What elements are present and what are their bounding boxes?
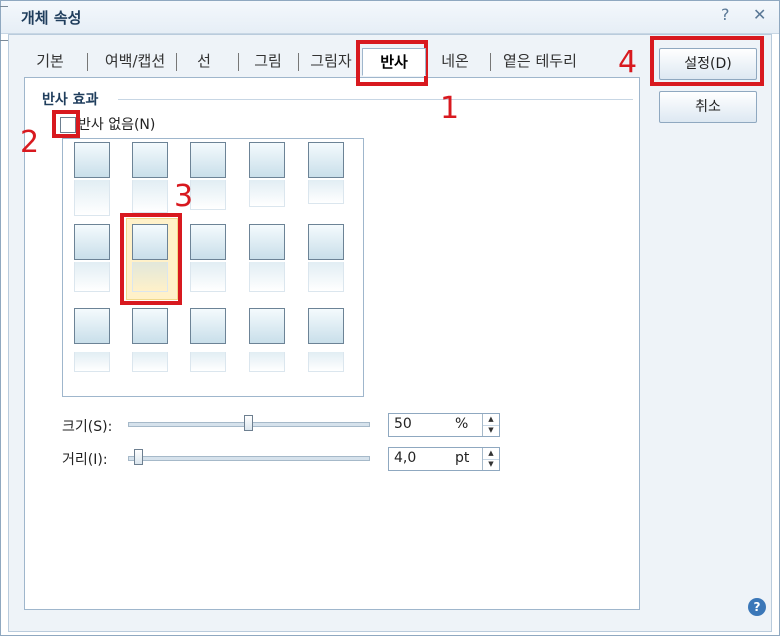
- distance-spin-buttons: ▲ ▼: [482, 448, 499, 470]
- annotation-number-2: 2: [20, 125, 40, 160]
- annotation-box-ok: [650, 36, 764, 86]
- tab-separator: [490, 53, 491, 71]
- reflection-preset-3-5[interactable]: [308, 308, 344, 344]
- reflection-preview: [308, 352, 344, 372]
- close-icon[interactable]: ✕: [753, 5, 773, 27]
- tab-separator: [87, 53, 88, 71]
- tab-neon[interactable]: 네온: [432, 48, 478, 74]
- tab-separator: [176, 53, 177, 71]
- reflection-preview: [190, 352, 226, 372]
- section-divider: [118, 99, 633, 100]
- reflection-preview: [190, 262, 226, 292]
- annotation-box-preset: [120, 213, 182, 305]
- tab-margin-caption[interactable]: 여백/캡션: [92, 48, 178, 74]
- spin-down-icon[interactable]: ▼: [483, 459, 499, 470]
- help-button-icon[interactable]: ?: [748, 598, 766, 616]
- tab-picture[interactable]: 그림: [246, 48, 290, 74]
- title-bar: 개체 속성 ? ✕: [1, 1, 779, 34]
- reflection-preset-2-3[interactable]: [190, 224, 226, 260]
- reflection-preset-1-1[interactable]: [74, 142, 110, 178]
- size-label: 크기(S):: [62, 419, 113, 435]
- tab-basic[interactable]: 기본: [30, 48, 70, 74]
- reflection-preview: [74, 352, 110, 372]
- distance-slider-track[interactable]: [128, 456, 370, 461]
- reflection-preset-3-3[interactable]: [190, 308, 226, 344]
- reflection-preview: [74, 180, 110, 216]
- reflection-preview: [249, 352, 285, 372]
- size-spin-buttons: ▲ ▼: [482, 414, 499, 436]
- reflection-preset-1-4[interactable]: [249, 142, 285, 178]
- tab-separator: [238, 53, 239, 71]
- reflection-preview: [308, 180, 344, 204]
- tab-shadow[interactable]: 그림자: [304, 48, 358, 74]
- tab-soft-edge[interactable]: 옅은 테두리: [496, 48, 584, 74]
- reflection-preview: [74, 262, 110, 292]
- size-spinbox[interactable]: 50 % ▲ ▼: [388, 413, 500, 437]
- reflection-preview: [249, 180, 285, 207]
- help-icon[interactable]: ?: [721, 5, 741, 27]
- size-value[interactable]: 50: [394, 416, 412, 432]
- reflection-preset-2-4[interactable]: [249, 224, 285, 260]
- reflection-preset-2-1[interactable]: [74, 224, 110, 260]
- reflection-preset-2-5[interactable]: [308, 224, 344, 260]
- reflection-preset-3-2[interactable]: [132, 308, 168, 344]
- reflection-preset-1-3[interactable]: [190, 142, 226, 178]
- tab-reflection[interactable]: 반사: [362, 48, 426, 76]
- annotation-number-3: 3: [174, 179, 194, 214]
- reflection-preview: [249, 262, 285, 292]
- size-unit: %: [455, 416, 469, 432]
- dialog-title: 개체 속성: [21, 9, 82, 27]
- cancel-button[interactable]: 취소: [659, 91, 757, 123]
- annotation-box-checkbox: [52, 110, 80, 138]
- window-edge-mark: [0, 6, 8, 7]
- distance-unit: pt: [455, 450, 470, 466]
- distance-slider-thumb[interactable]: [133, 449, 143, 465]
- reflection-preview: [308, 262, 344, 292]
- no-reflection-label[interactable]: 반사 없음(N): [78, 114, 155, 134]
- size-slider-thumb[interactable]: [244, 415, 253, 431]
- spin-down-icon[interactable]: ▼: [483, 425, 499, 436]
- reflection-preview: [190, 180, 226, 210]
- annotation-number-4: 4: [618, 45, 638, 80]
- distance-value[interactable]: 4,0: [394, 450, 416, 466]
- tab-separator: [298, 53, 299, 71]
- reflection-preset-3-4[interactable]: [249, 308, 285, 344]
- section-title: 반사 효과: [42, 92, 99, 108]
- reflection-preset-3-1[interactable]: [74, 308, 110, 344]
- distance-label: 거리(I):: [62, 452, 108, 468]
- reflection-preview: [132, 180, 168, 213]
- reflection-preview: [132, 352, 168, 372]
- window-edge-mark: [0, 40, 8, 41]
- annotation-number-1: 1: [440, 91, 460, 126]
- reflection-preset-1-2[interactable]: [132, 142, 168, 178]
- tab-line[interactable]: 선: [186, 48, 222, 74]
- distance-spinbox[interactable]: 4,0 pt ▲ ▼: [388, 447, 500, 471]
- reflection-preset-1-5[interactable]: [308, 142, 344, 178]
